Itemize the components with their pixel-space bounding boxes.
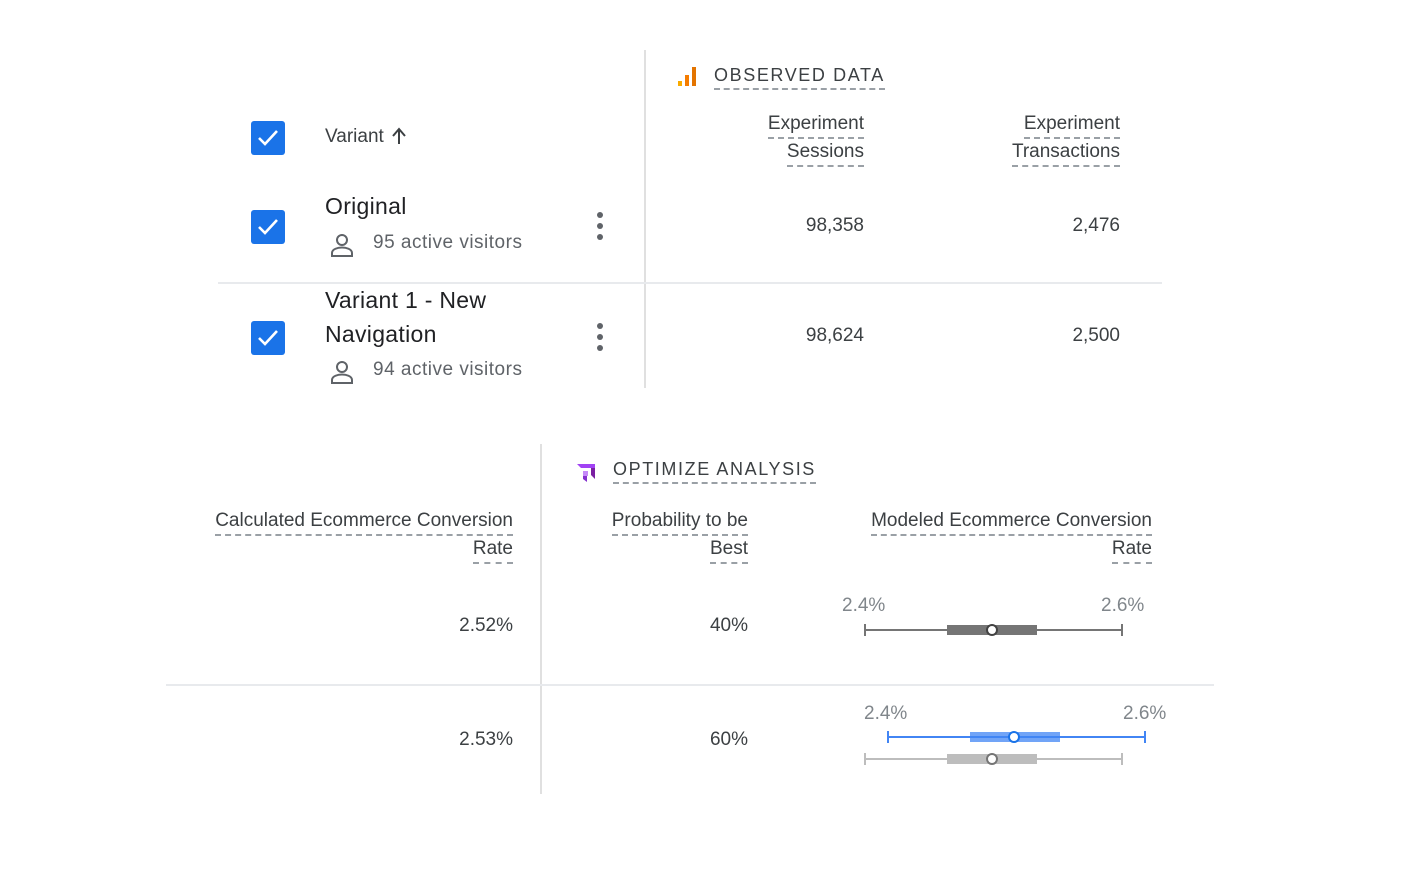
optimize-analysis-title: OPTIMIZE ANALYSIS <box>613 459 816 484</box>
variant-name-variant-1: Variant 1 - New Navigation <box>325 287 487 347</box>
calculated-rate-original: 2.52% <box>459 615 513 636</box>
probability-variant-1: 60% <box>709 729 748 750</box>
observed-divider-vertical <box>644 50 646 388</box>
variant-checkbox-variant-1[interactable] <box>251 321 285 355</box>
optimize-logo-icon <box>577 464 595 482</box>
modeled-range-original <box>864 624 1123 636</box>
active-visitors-original: 95 active visitors <box>373 232 523 253</box>
active-visitors-variant-1: 94 active visitors <box>373 359 523 380</box>
sessions-variant-1: 98,624 <box>805 325 864 346</box>
calculated-conversion-header: Calculated Ecommerce Conversion Rate <box>215 508 513 564</box>
analytics-bars-icon <box>678 67 696 86</box>
more-options-icon[interactable] <box>595 212 605 242</box>
range-min-label: 2.4% <box>842 595 886 616</box>
optimize-row-divider <box>166 684 1214 686</box>
optimize-divider-vertical <box>540 444 542 794</box>
range-min-label: 2.4% <box>864 703 908 724</box>
sessions-original: 98,358 <box>805 215 864 236</box>
more-options-icon[interactable] <box>595 323 605 353</box>
probability-best-header: Probability to be Best <box>611 508 748 564</box>
experiment-sessions-header: Experiment Sessions <box>767 111 864 167</box>
variant-header-label: Variant <box>325 126 384 147</box>
observed-data-title: OBSERVED DATA <box>714 65 885 90</box>
select-all-checkbox[interactable] <box>251 121 285 155</box>
variant-checkbox-original[interactable] <box>251 210 285 244</box>
range-max-label: 2.6% <box>1123 703 1167 724</box>
transactions-variant-1: 2,500 <box>1072 325 1120 346</box>
probability-original: 40% <box>709 615 748 636</box>
person-icon <box>331 361 353 384</box>
modeled-range-variant-1 <box>864 731 1146 765</box>
variant-name-original: Original <box>325 193 407 219</box>
range-max-label: 2.6% <box>1101 595 1145 616</box>
experiment-transactions-header: Experiment Transactions <box>1011 111 1120 167</box>
variant-column-header[interactable]: Variant <box>325 126 407 148</box>
modeled-conversion-header: Modeled Ecommerce Conversion Rate <box>871 508 1152 564</box>
arrow-up-icon <box>392 127 406 144</box>
transactions-original: 2,476 <box>1072 215 1120 236</box>
calculated-rate-variant-1: 2.53% <box>459 729 513 750</box>
person-icon <box>331 234 353 257</box>
